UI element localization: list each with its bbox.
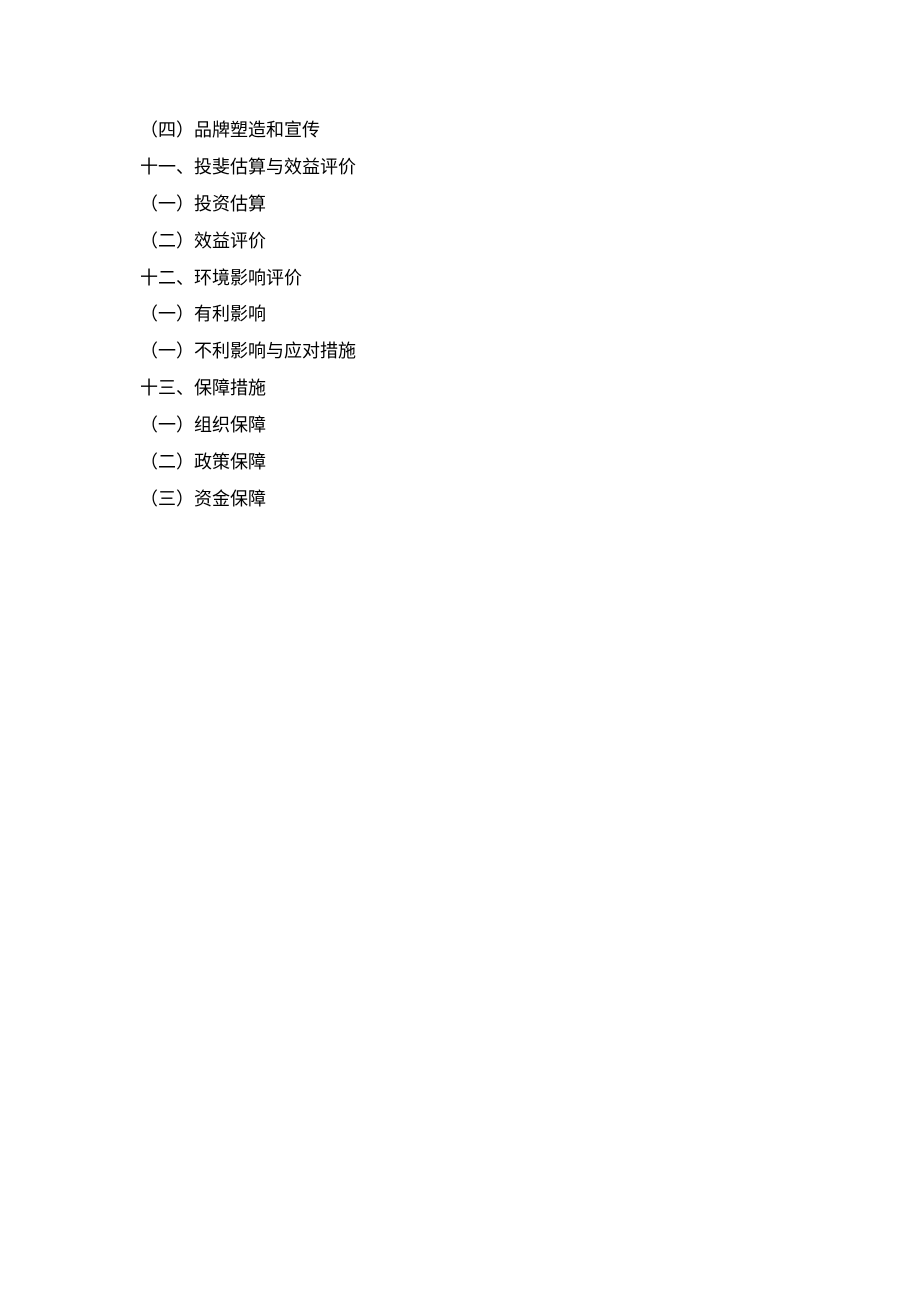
outline-item-12-1: （一）有利影响 — [140, 296, 920, 333]
outline-item-13-3: （三）资金保障 — [140, 481, 920, 518]
outline-item-11-1: （一）投资估算 — [140, 186, 920, 223]
outline-section-13: 十三、保障措施 — [140, 370, 920, 407]
outline-item-11-2: （二）效益评价 — [140, 223, 920, 260]
outline-item-13-2: （二）政策保障 — [140, 444, 920, 481]
outline-item-13-1: （一）组织保障 — [140, 407, 920, 444]
outline-item-12-2: （一）不利影响与应对措施 — [140, 333, 920, 370]
outline-section-12: 十二、环境影响评价 — [140, 260, 920, 297]
outline-section-11: 十一、投斐估算与效益评价 — [140, 149, 920, 186]
outline-item-10-4: （四）品牌塑造和宣传 — [140, 112, 920, 149]
